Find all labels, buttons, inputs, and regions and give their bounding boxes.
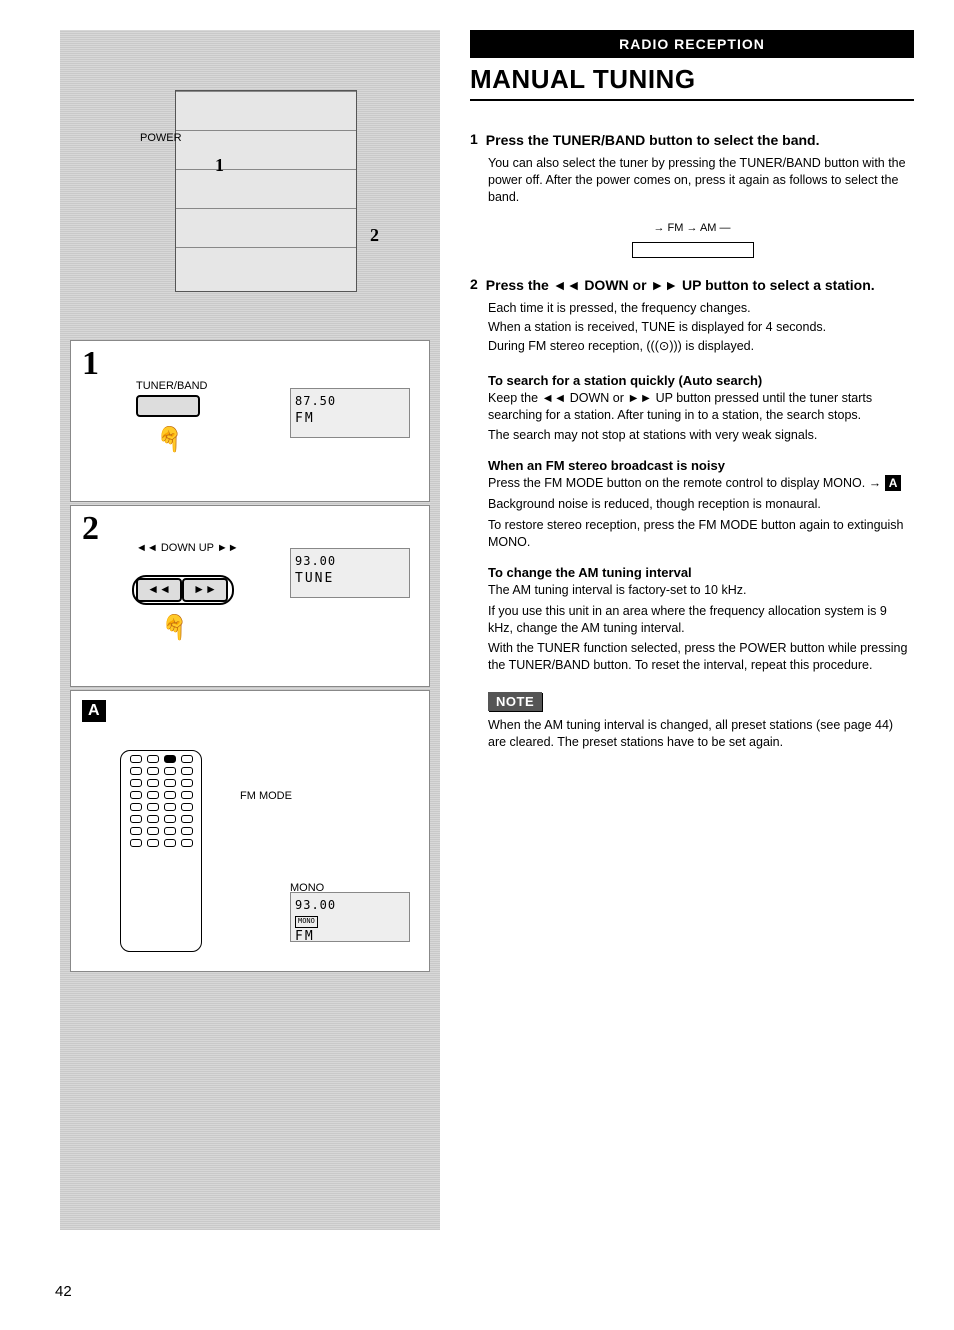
- am-interval-p2: If you use this unit in an area where th…: [488, 603, 914, 637]
- page-number: 42: [55, 1283, 72, 1300]
- step2-num: 2: [470, 276, 478, 294]
- note-label: NOTE: [488, 692, 542, 711]
- lcd-display-3: 93.00 MONO FM: [290, 892, 410, 942]
- fm-noisy-heading: When an FM stereo broadcast is noisy: [488, 458, 914, 473]
- autosearch-p1: Keep the ◄◄ DOWN or ►► UP button pressed…: [488, 390, 914, 424]
- a-tag: A: [82, 700, 106, 722]
- step2-body1: Each time it is pressed, the frequency c…: [488, 300, 914, 317]
- power-label: POWER: [140, 132, 182, 144]
- am-interval-p1: The AM tuning interval is factory-set to…: [488, 582, 914, 599]
- autosearch-heading: To search for a station quickly (Auto se…: [488, 373, 914, 388]
- lcd-display-2: 93.00 TUNE: [290, 548, 410, 598]
- instruction-illustration: POWER 1 2 1 TUNER/BAND ☝ 87.50 FM 2 ◄◄ D…: [60, 30, 440, 1230]
- step1-num: 1: [470, 131, 478, 149]
- remote-control-icon: [120, 750, 202, 952]
- step1-heading: Press the TUNER/BAND button to select th…: [486, 131, 820, 149]
- step2-body2: When a station is received, TUNE is disp…: [488, 319, 914, 336]
- down-button-icon: ◄◄: [136, 578, 182, 602]
- tuner-band-label: TUNER/BAND: [136, 380, 208, 392]
- section-header: RADIO RECEPTION: [470, 30, 914, 58]
- lcd-display-1: 87.50 FM: [290, 388, 410, 438]
- am-interval-heading: To change the AM tuning interval: [488, 565, 914, 580]
- fm-noisy-p1: Press the FM MODE button on the remote c…: [488, 475, 914, 492]
- step2-body3: During FM stereo reception, (((⊙))) is d…: [488, 338, 914, 355]
- tuner-band-button-icon: [136, 395, 200, 417]
- stereo-device-illustration: [175, 90, 357, 292]
- title-underline: [470, 99, 914, 101]
- up-button-icon: ►►: [182, 578, 228, 602]
- autosearch-p2: The search may not stop at stations with…: [488, 427, 914, 444]
- note-text: When the AM tuning interval is changed, …: [488, 717, 914, 751]
- fm-noisy-p3: To restore stereo reception, press the F…: [488, 517, 914, 551]
- callout-1: 1: [215, 155, 224, 176]
- page-title: MANUAL TUNING: [470, 64, 914, 95]
- a-reference-icon: A: [885, 475, 902, 491]
- hand-pointer-icon: ☝: [160, 612, 190, 641]
- fm-mode-label: FM MODE: [240, 790, 292, 802]
- band-loop-diagram: → FM → AM ―: [632, 224, 752, 258]
- am-interval-p3: With the TUNER function selected, press …: [488, 640, 914, 674]
- step1-number: 1: [82, 345, 99, 383]
- callout-2: 2: [370, 225, 379, 246]
- fm-noisy-p2: Background noise is reduced, though rece…: [488, 496, 914, 513]
- step2-heading: Press the ◄◄ DOWN or ►► UP button to sel…: [486, 276, 875, 294]
- step1-body: You can also select the tuner by pressin…: [488, 155, 914, 206]
- step2-number: 2: [82, 510, 99, 548]
- down-up-label: ◄◄ DOWN UP ►►: [136, 542, 239, 554]
- hand-pointer-icon: ☝: [155, 424, 185, 453]
